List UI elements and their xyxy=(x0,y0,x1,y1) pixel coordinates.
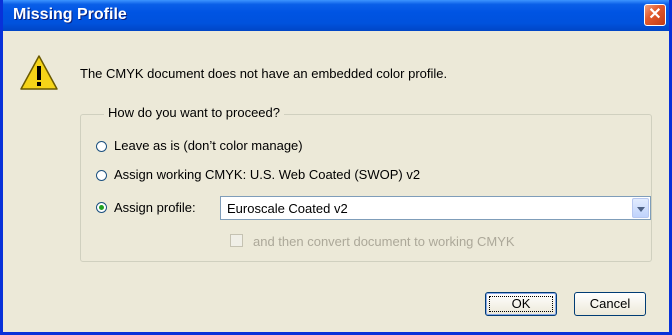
cancel-button-label: Cancel xyxy=(589,296,631,311)
ok-button[interactable]: OK xyxy=(485,292,557,316)
option-label-assign-working-cmyk[interactable]: Assign working CMYK: U.S. Web Coated (SW… xyxy=(114,167,420,182)
convert-checkbox-label: and then convert document to working CMY… xyxy=(253,234,515,249)
window-title: Missing Profile xyxy=(13,6,127,23)
radio-assign-working-cmyk[interactable] xyxy=(96,170,107,181)
profile-select-value: Euroscale Coated v2 xyxy=(227,201,348,216)
focus-ring xyxy=(489,296,553,312)
warning-icon xyxy=(20,55,58,90)
cancel-button[interactable]: Cancel xyxy=(574,292,646,316)
chevron-down-icon[interactable] xyxy=(632,198,649,218)
option-label-leave-as-is[interactable]: Leave as is (don’t color manage) xyxy=(114,138,303,153)
profile-select[interactable]: Euroscale Coated v2 xyxy=(220,196,651,220)
radio-leave-as-is[interactable] xyxy=(96,141,107,152)
radio-assign-profile[interactable] xyxy=(96,202,107,213)
message-text: The CMYK document does not have an embed… xyxy=(80,66,448,81)
convert-checkbox xyxy=(230,234,243,247)
close-icon: ✕ xyxy=(648,6,662,23)
group-legend: How do you want to proceed? xyxy=(104,105,284,120)
close-button[interactable]: ✕ xyxy=(644,4,666,26)
title-bar[interactable]: Missing Profile ✕ xyxy=(3,0,669,31)
option-label-assign-profile[interactable]: Assign profile: xyxy=(114,200,196,215)
